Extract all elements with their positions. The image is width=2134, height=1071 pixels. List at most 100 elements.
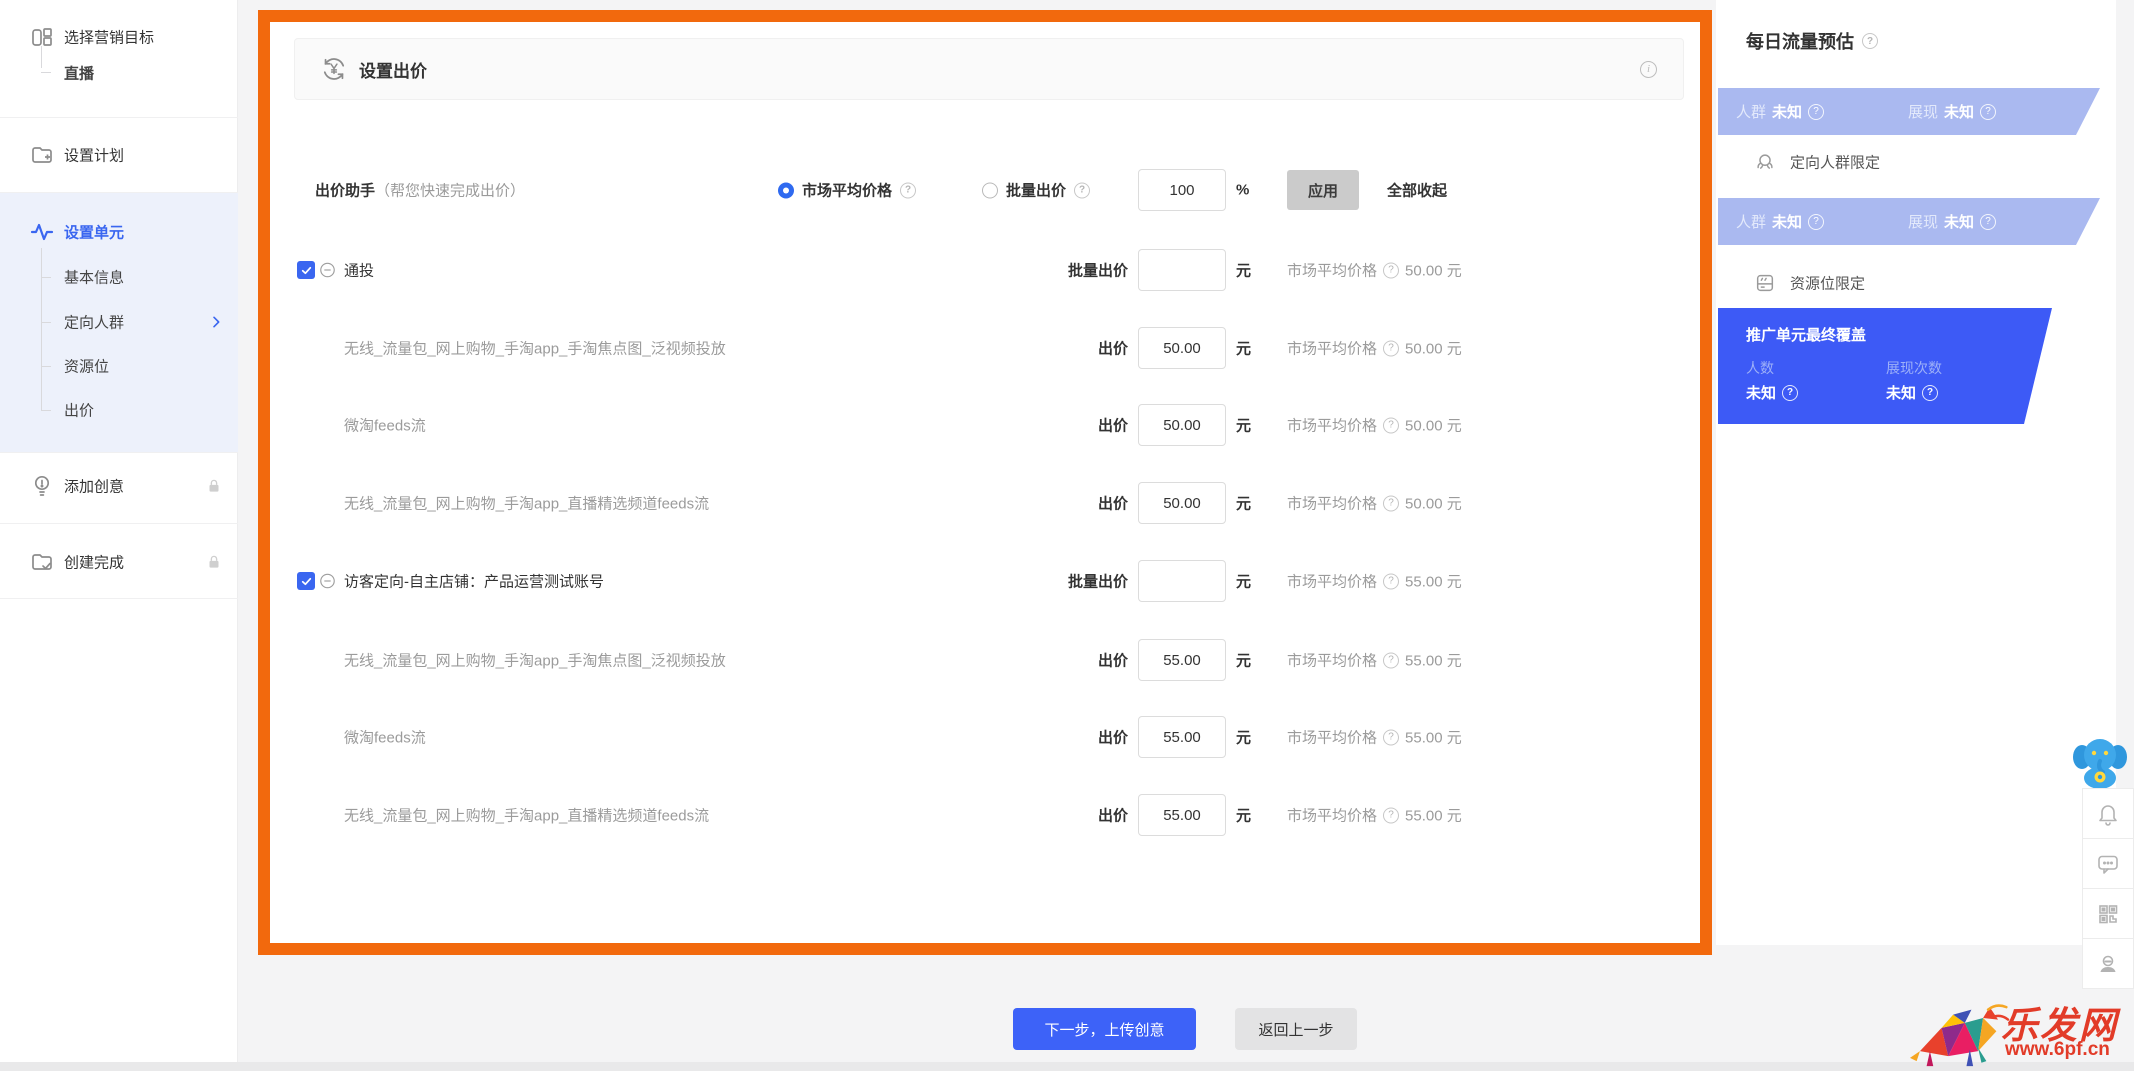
bid-item-row: 微淘feeds流 出价 元 市场平均价格 ? 50.00 元 [270,403,1700,447]
help-icon[interactable]: ? [1383,495,1400,511]
back-button[interactable]: 返回上一步 [1235,1008,1357,1050]
bid-group-row: 访客定向-自主店铺：产品运营测试账号 批量出价 元 市场平均价格 ? 55.00… [270,559,1700,603]
help-icon[interactable]: ? [900,182,917,198]
impression-estimate: 展现 未知 ? [1908,211,1996,232]
percent-input[interactable] [1138,169,1226,211]
watermark: 乐发网 www.6pf.cn [1905,995,2120,1067]
radio-market-average[interactable]: 市场平均价格 ? [778,180,917,201]
market-price: 市场平均价格 ? 55.00 元 [1287,729,1462,747]
estimate-title: 每日流量预估 ? [1746,28,1878,54]
bid-input[interactable] [1138,404,1226,446]
radio-batch-bid[interactable]: 批量出价 ? [982,180,1091,201]
help-icon[interactable]: ? [1808,104,1824,120]
percent-sign: % [1236,181,1250,199]
apply-button[interactable]: 应用 [1287,170,1359,210]
radio-unselected-icon[interactable] [982,182,998,198]
divider [0,452,238,453]
bid-input[interactable] [1138,639,1226,681]
bid-label: 出价 [1097,417,1128,435]
elephant-mascot[interactable] [2070,733,2130,791]
collapse-minus-icon[interactable] [319,573,336,590]
help-icon[interactable]: ? [1922,385,1938,401]
impressions-value: 未知 ? [1886,382,1938,403]
help-icon[interactable]: ? [1808,214,1824,230]
estimate-banner: 人群 未知 ? 展现 未知 ? [1718,198,2100,245]
group-name: 访客定向-自主店铺：产品运营测试账号 [344,573,604,591]
help-icon[interactable]: ? [1383,340,1400,356]
help-icon[interactable]: ? [1383,729,1400,745]
sidebar-item-set-plan[interactable]: 设置计划 [0,137,238,173]
sidebar-item-label: 添加创意 [64,478,125,496]
sidebar-item-label: 基本信息 [64,269,125,287]
waveform-icon [30,220,54,244]
radio-selected-icon[interactable] [778,182,794,198]
sidebar-item-resource[interactable]: 资源位 [0,348,238,384]
sidebar-item-live[interactable]: 直播 [0,55,238,91]
bid-label: 出价 [1097,340,1128,358]
bid-label: 出价 [1097,495,1128,513]
watermark-url: www.6pf.cn [2005,1039,2110,1060]
resource-limit-label: 资源位限定 [1790,275,1866,293]
final-coverage-banner: 推广单元最终覆盖 人数 展现次数 未知 ? 未知 ? [1718,308,2052,424]
help-icon[interactable]: ? [1782,385,1798,401]
targeting-limit-row: 定向人群限定 [1716,147,2116,177]
impressions-label: 展现次数 [1886,360,1942,376]
sidebar-item-label: 直播 [64,65,95,83]
chat-button[interactable] [2082,838,2134,889]
final-coverage-title: 推广单元最终覆盖 [1746,327,1867,344]
grid-icon [30,25,54,49]
sidebar-item-bid[interactable]: 出价 [0,392,238,428]
batch-bid-input[interactable] [1138,560,1226,602]
checkbox-checked[interactable] [297,261,315,279]
market-price: 市场平均价格 ? 50.00 元 [1287,262,1462,280]
lock-icon [205,477,223,495]
sidebar-item-basic-info[interactable]: 基本信息 [0,259,238,295]
info-icon[interactable]: i [1640,60,1657,78]
help-icon[interactable]: ? [1383,417,1400,433]
sidebar-item-label: 出价 [64,402,95,420]
bid-input[interactable] [1138,482,1226,524]
bid-input[interactable] [1138,716,1226,758]
audience-estimate: 人群 未知 ? [1736,211,1824,232]
unit-label: 元 [1236,652,1252,670]
bid-group-row: 通投 批量出价 元 市场平均价格 ? 50.00 元 [270,248,1700,292]
help-icon[interactable]: ? [1383,262,1400,278]
bid-input[interactable] [1138,794,1226,836]
next-step-button[interactable]: 下一步，上传创意 [1013,1008,1196,1050]
batch-bid-label: 批量出价 [1067,262,1128,280]
batch-bid-input[interactable] [1138,249,1226,291]
bid-input[interactable] [1138,327,1226,369]
audience-icon [1754,151,1776,173]
help-icon[interactable]: ? [1383,573,1400,589]
sidebar-item-set-unit[interactable]: 设置单元 [0,214,238,250]
help-icon[interactable]: ? [1980,214,1996,230]
folder-plus-icon [30,143,54,167]
bull-logo [1905,1003,2013,1067]
sidebar-item-label: 设置计划 [64,147,125,165]
checkbox-checked[interactable] [297,572,315,590]
collapse-minus-icon[interactable] [319,262,336,279]
help-icon[interactable]: ? [1980,104,1996,120]
chevron-right-icon[interactable] [208,314,224,330]
qr-code-button[interactable] [2082,888,2134,939]
placement-name: 无线_流量包_网上购物_手淘app_手淘焦点图_泛视频投放 [344,340,726,358]
help-icon[interactable]: ? [1383,807,1400,823]
sidebar-item-audience[interactable]: 定向人群 [0,304,238,340]
sidebar-item-label: 设置单元 [64,224,125,242]
help-icon[interactable]: ? [1383,652,1400,668]
placement-name: 无线_流量包_网上购物_手淘app_直播精选频道feeds流 [344,495,710,513]
market-price: 市场平均价格 ? 55.00 元 [1287,652,1462,670]
help-icon[interactable]: ? [1862,33,1878,49]
help-icon[interactable]: ? [1074,182,1091,198]
estimate-banner: 人群 未知 ? 展现 未知 ? [1718,88,2100,135]
customer-service-button[interactable] [2082,938,2134,989]
notification-bell-button[interactable] [2082,788,2134,839]
yen-refresh-icon [321,56,347,82]
collapse-all-link[interactable]: 全部收起 [1387,180,1447,201]
batch-bid-label: 批量出价 [1067,573,1128,591]
panel-header: 设置出价 i [294,38,1684,100]
sidebar-item-marketing-goal[interactable]: 选择营销目标 [0,19,238,55]
bid-item-row: 无线_流量包_网上购物_手淘app_直播精选频道feeds流 出价 元 市场平均… [270,793,1700,837]
market-price: 市场平均价格 ? 50.00 元 [1287,340,1462,358]
steps-sidebar: 选择营销目标 直播 设置计划 设置单元 基本信息 定向人群 资源位 出价 添加创… [0,0,238,1071]
